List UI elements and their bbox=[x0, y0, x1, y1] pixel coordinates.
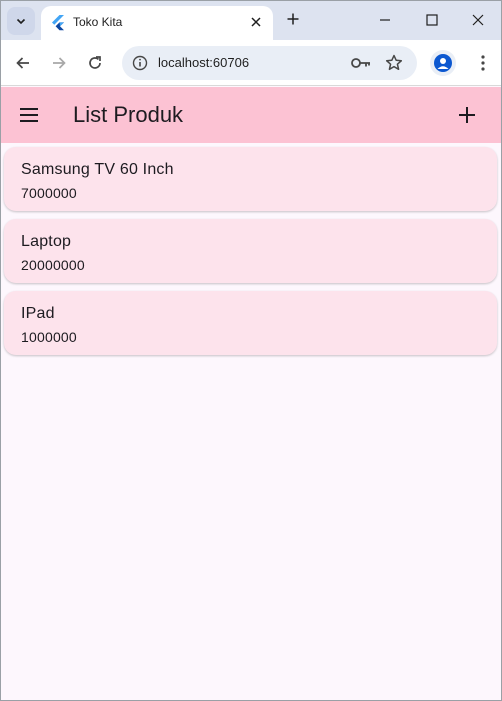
person-icon bbox=[434, 54, 452, 72]
reload-button[interactable] bbox=[82, 50, 108, 76]
minimize-icon bbox=[380, 19, 390, 21]
add-product-button[interactable] bbox=[455, 103, 479, 127]
info-icon[interactable] bbox=[131, 54, 149, 72]
browser-toolbar: localhost:60706 bbox=[0, 40, 502, 86]
app-bar: List Produk bbox=[0, 87, 502, 143]
browser-tab[interactable]: Toko Kita bbox=[41, 6, 273, 40]
address-bar[interactable]: localhost:60706 bbox=[122, 46, 417, 80]
product-card[interactable]: Samsung TV 60 Inch 7000000 bbox=[4, 147, 497, 211]
star-icon[interactable] bbox=[384, 53, 404, 73]
product-price: 20000000 bbox=[21, 257, 85, 273]
flutter-icon bbox=[52, 15, 64, 31]
product-card[interactable]: IPad 1000000 bbox=[4, 291, 497, 355]
product-card[interactable]: Laptop 20000000 bbox=[4, 219, 497, 283]
product-name: Laptop bbox=[21, 233, 72, 250]
maximize-button[interactable] bbox=[409, 5, 455, 35]
key-icon[interactable] bbox=[350, 54, 372, 72]
minimize-button[interactable] bbox=[362, 5, 408, 35]
arrow-left-icon bbox=[16, 57, 29, 69]
maximize-icon bbox=[426, 14, 438, 26]
forward-button[interactable] bbox=[46, 50, 72, 76]
more-vertical-icon bbox=[481, 55, 485, 71]
page-title: List Produk bbox=[73, 102, 184, 127]
close-icon bbox=[251, 17, 261, 27]
plus-icon bbox=[287, 13, 299, 25]
browser-tab-bar: Toko Kita bbox=[0, 0, 502, 40]
product-list: Samsung TV 60 Inch 7000000 Laptop 200000… bbox=[4, 147, 497, 363]
profile-button[interactable] bbox=[430, 50, 456, 76]
close-icon bbox=[472, 14, 484, 26]
reload-icon bbox=[89, 56, 101, 69]
tab-title: Toko Kita bbox=[73, 15, 123, 29]
tab-close-button[interactable] bbox=[247, 13, 265, 31]
tab-search-button[interactable] bbox=[7, 7, 35, 35]
url-text[interactable]: localhost:60706 bbox=[158, 55, 249, 70]
new-tab-button[interactable] bbox=[283, 9, 303, 29]
close-window-button[interactable] bbox=[455, 5, 501, 35]
browser-menu-button[interactable] bbox=[476, 51, 490, 75]
product-name: Samsung TV 60 Inch bbox=[21, 161, 174, 178]
product-price: 1000000 bbox=[21, 329, 77, 345]
product-name: IPad bbox=[21, 305, 55, 322]
menu-icon[interactable] bbox=[17, 103, 41, 127]
back-button[interactable] bbox=[10, 50, 36, 76]
arrow-right-icon bbox=[53, 57, 66, 69]
chevron-down-icon bbox=[16, 18, 26, 25]
product-price: 7000000 bbox=[21, 185, 77, 201]
